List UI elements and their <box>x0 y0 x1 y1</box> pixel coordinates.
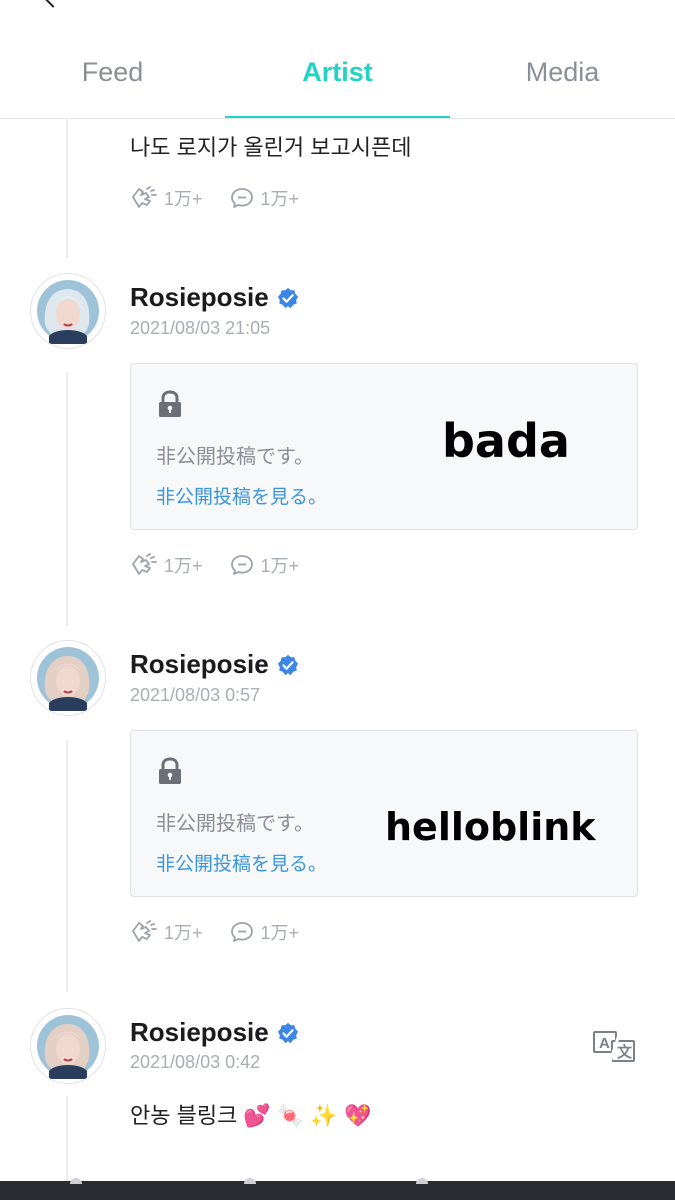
lock-icon <box>159 757 181 784</box>
tab-feed[interactable]: Feed <box>0 40 225 118</box>
like-button[interactable]: 1万+ <box>130 919 203 945</box>
post-date: 2021/08/03 21:05 <box>130 318 271 338</box>
view-private-post-link[interactable]: 非公開投稿を見る。 <box>156 849 327 876</box>
post-date: 2021/08/03 0:42 <box>130 1052 261 1072</box>
like-count: 1万+ <box>164 923 203 943</box>
verified-badge-icon <box>277 287 298 308</box>
comment-button[interactable]: 1万+ <box>229 552 300 578</box>
search-icon[interactable] <box>244 1178 256 1184</box>
post-text: 나도 로지가 올린거 보고시픈데 <box>130 135 412 160</box>
like-count: 1万+ <box>164 189 203 209</box>
comment-bubble-icon <box>230 922 253 942</box>
thread-line <box>66 740 68 992</box>
author-name[interactable]: Rosieposie <box>130 649 299 680</box>
author-name[interactable]: Rosieposie <box>130 282 299 313</box>
back-chevron-icon[interactable] <box>40 0 66 8</box>
hands-like-icon <box>132 186 157 208</box>
private-post-text: 非公開投稿です。 <box>156 813 314 835</box>
verified-badge-icon <box>277 654 298 675</box>
hands-like-icon <box>132 920 157 942</box>
post-text: 안농 블링크 💕 🍬 ✨ 💖 <box>130 1103 372 1128</box>
overlay-caption: bada <box>442 414 570 468</box>
bottom-navigation-bar <box>0 1178 675 1200</box>
private-post-card[interactable]: 非公開投稿です。 非公開投稿を見る。 bada <box>130 363 638 530</box>
comment-button[interactable]: 1万+ <box>229 919 300 945</box>
post-actions: 1万+ 1万+ <box>130 185 325 211</box>
author-name[interactable]: Rosieposie <box>130 1017 299 1048</box>
view-private-post-link[interactable]: 非公開投稿を見る。 <box>156 482 327 509</box>
translate-icon[interactable]: A 文 <box>592 1030 638 1064</box>
like-button[interactable]: 1万+ <box>130 552 203 578</box>
comment-count: 1万+ <box>260 556 300 576</box>
post-actions: 1万+ 1万+ <box>130 919 325 945</box>
tab-media[interactable]: Media <box>450 40 675 118</box>
comment-count: 1万+ <box>260 189 300 209</box>
private-post-text: 非公開投稿です。 <box>156 446 314 468</box>
post-actions: 1万+ 1万+ <box>130 552 325 578</box>
overlay-caption: helloblink <box>385 805 596 849</box>
like-count: 1万+ <box>164 556 203 576</box>
avatar[interactable] <box>30 273 106 349</box>
svg-text:A: A <box>599 1035 610 1052</box>
verified-badge-icon <box>277 1022 298 1043</box>
svg-text:文: 文 <box>617 1043 633 1061</box>
comment-bubble-icon <box>230 555 253 575</box>
lock-icon <box>159 390 181 417</box>
tab-bar: Feed Artist Media <box>0 40 675 118</box>
like-button[interactable]: 1万+ <box>130 185 203 211</box>
avatar[interactable] <box>30 640 106 716</box>
thread-line <box>66 1096 68 1186</box>
comment-button[interactable]: 1万+ <box>229 185 300 211</box>
home-icon[interactable] <box>70 1178 82 1184</box>
profile-icon[interactable] <box>416 1178 428 1184</box>
comment-bubble-icon <box>230 188 253 208</box>
top-bar: Feed Artist Media <box>0 0 675 119</box>
thread-line <box>66 118 68 258</box>
thread-line <box>66 372 68 626</box>
avatar[interactable] <box>30 1008 106 1084</box>
comment-count: 1万+ <box>260 923 300 943</box>
hands-like-icon <box>132 553 157 575</box>
tab-artist[interactable]: Artist <box>225 40 450 118</box>
private-post-card[interactable]: 非公開投稿です。 非公開投稿を見る。 helloblink <box>130 730 638 897</box>
post-date: 2021/08/03 0:57 <box>130 685 261 705</box>
